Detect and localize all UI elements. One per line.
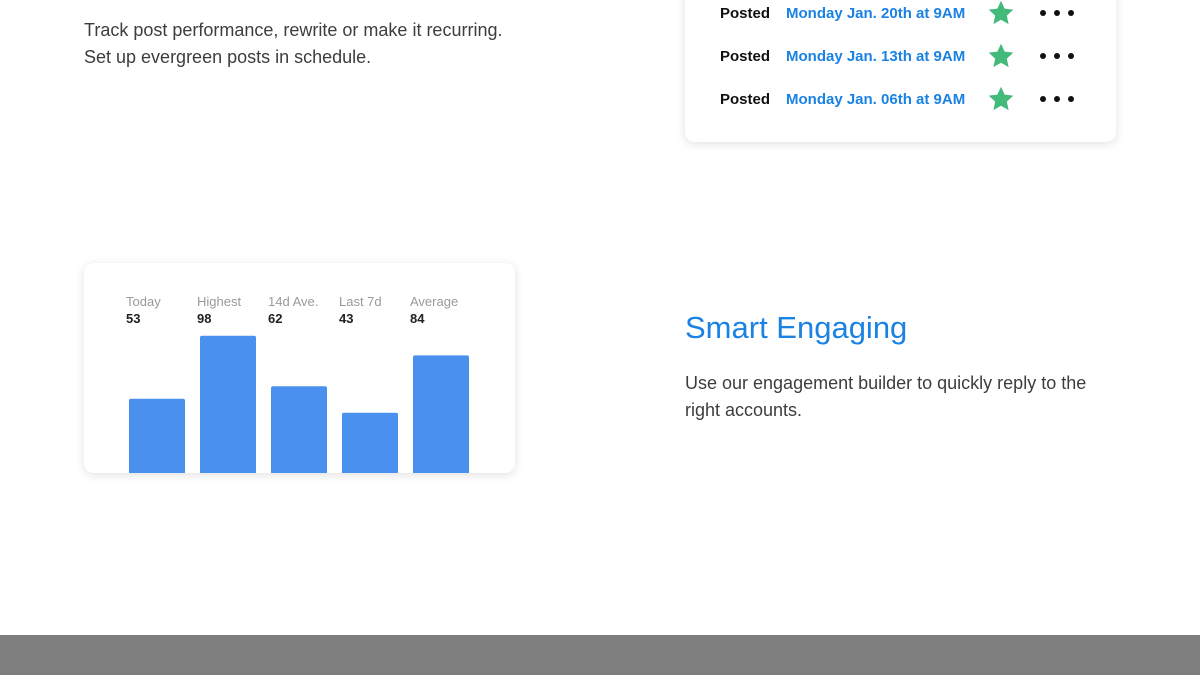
post-stats-chart-card: Today 53 Highest 98 14d Ave. 62 Last 7d 43 Avera…: [84, 263, 515, 473]
more-horizontal-icon[interactable]: [1040, 8, 1074, 18]
post-date-link[interactable]: Monday Jan. 06th at 9AM: [786, 91, 986, 108]
section-description: Use our engagement builder to quickly re…: [685, 373, 1087, 420]
more-horizontal-icon[interactable]: [1040, 94, 1074, 104]
post-date-link[interactable]: Monday Jan. 20th at 9AM: [786, 5, 986, 22]
bar-category-label: Last 7d: [339, 294, 382, 309]
star-icon[interactable]: [986, 85, 1016, 113]
post-status: Posted: [720, 47, 771, 65]
post-date-link[interactable]: Monday Jan. 13th at 9AM: [786, 48, 986, 65]
bar-14d-ave: [271, 386, 327, 473]
more-horizontal-icon[interactable]: [1040, 51, 1074, 61]
footer-bar: [0, 635, 1200, 675]
bar-value-label: 62: [268, 311, 282, 326]
post-row: Posted Monday Jan. 13th at 9AM: [720, 41, 1100, 71]
bar-last-7d: [342, 412, 398, 473]
star-icon[interactable]: [986, 42, 1016, 70]
post-row: Posted Monday Jan. 20th at 9AM: [720, 0, 1100, 28]
bar-value-label: 98: [197, 311, 211, 326]
stats-bar-chart: Today 53 Highest 98 14d Ave. 62 Last 7d 43 Avera…: [126, 294, 469, 473]
intro-line-1: Track post performance, rewrite or make …: [84, 20, 503, 40]
section-title: Smart Engaging: [685, 310, 908, 345]
bar-value-label: 84: [410, 311, 425, 326]
bar-average: [413, 355, 469, 473]
page: Track post performance, rewrite or make …: [0, 0, 1200, 675]
bar-value-label: 43: [339, 311, 353, 326]
star-icon[interactable]: [986, 0, 1016, 27]
bar-category-label: 14d Ave.: [268, 294, 318, 309]
bar-value-label: 53: [126, 311, 140, 326]
post-status: Posted: [720, 4, 771, 22]
intro-line-2: Set up evergreen posts in schedule.: [84, 47, 372, 67]
bar-category-label: Today: [126, 294, 161, 309]
bar-category-label: Average: [410, 294, 458, 309]
intro-description: Track post performance, rewrite or make …: [84, 17, 604, 71]
bar-today: [129, 398, 185, 473]
post-history-card: Posted Monday Jan. 20th at 9AM Posted Mo…: [685, 0, 1116, 142]
post-row: Posted Monday Jan. 06th at 9AM: [720, 84, 1100, 114]
post-status: Posted: [720, 90, 771, 108]
bar-highest: [200, 335, 256, 473]
bar-category-label: Highest: [197, 294, 241, 309]
